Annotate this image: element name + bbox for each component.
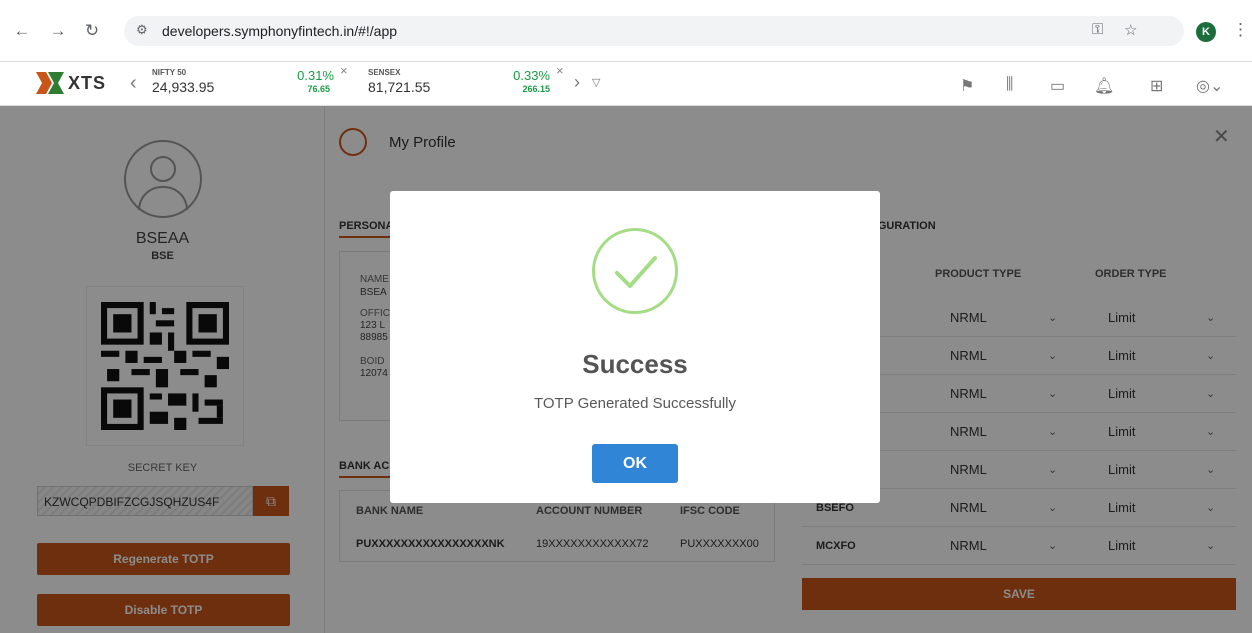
ticker-prev-icon[interactable]: ‹ <box>130 72 137 95</box>
site-info-icon[interactable]: ⚙ <box>136 22 148 38</box>
app-header: XTS ‹ NIFTY 50 24,933.95 0.31% 76.65 × S… <box>0 62 1252 106</box>
bell-icon[interactable]: 🔔︎ <box>1094 76 1114 96</box>
checkmark-icon <box>615 256 657 288</box>
reload-icon[interactable]: ↻ <box>82 21 102 41</box>
ipo-icon[interactable]: ⚑ <box>960 76 974 96</box>
url-text[interactable]: developers.symphonyfintech.in/#!/app <box>162 23 397 39</box>
dialog-message: TOTP Generated Successfully <box>533 395 737 412</box>
logo-mark-icon <box>36 72 64 94</box>
index-percent: 0.33% <box>513 68 550 83</box>
logo-text: XTS <box>68 72 107 93</box>
address-bar[interactable]: ⚙ developers.symphonyfintech.in/#!/app ⚿… <box>124 16 1184 46</box>
index-name: NIFTY 50 <box>152 68 187 77</box>
chart-candles-icon[interactable]: ⫼ <box>1006 76 1013 94</box>
xts-logo[interactable]: XTS <box>36 72 106 94</box>
browser-profile-avatar[interactable]: K <box>1196 22 1216 42</box>
index-change: 266.15 <box>522 84 550 94</box>
index-change: 76.65 <box>307 84 330 94</box>
browser-menu-icon[interactable]: ⋮ <box>1232 20 1249 40</box>
index-percent: 0.31% <box>297 68 334 83</box>
ticker-next-icon[interactable]: › <box>574 72 580 93</box>
remove-index-icon[interactable]: × <box>556 63 564 78</box>
index-name: SENSEX <box>368 68 401 77</box>
dialog-title: Success <box>582 349 688 379</box>
key-icon[interactable]: ⚿ <box>1092 21 1103 38</box>
index-value: 24,933.95 <box>152 79 215 95</box>
back-icon[interactable]: ← <box>12 21 32 41</box>
success-dialog: Success TOTP Generated Successfully OK <box>390 191 880 503</box>
success-check-icon <box>592 228 678 314</box>
browser-toolbar: ← → ↻ ⚙ developers.symphonyfintech.in/#!… <box>0 0 1252 62</box>
apps-grid-icon[interactable]: ⊞ <box>1150 76 1163 96</box>
star-icon[interactable]: ☆ <box>1124 21 1137 39</box>
ok-button[interactable]: OK <box>592 444 678 483</box>
remove-index-icon[interactable]: × <box>340 63 348 78</box>
user-menu-icon[interactable]: ◎⌄ <box>1196 76 1223 96</box>
ticker-dropdown-icon[interactable]: ▽ <box>592 76 600 89</box>
index-value: 81,721.55 <box>368 79 431 95</box>
forward-icon[interactable]: → <box>48 21 68 41</box>
wallet-icon[interactable]: ▭ <box>1050 76 1065 96</box>
